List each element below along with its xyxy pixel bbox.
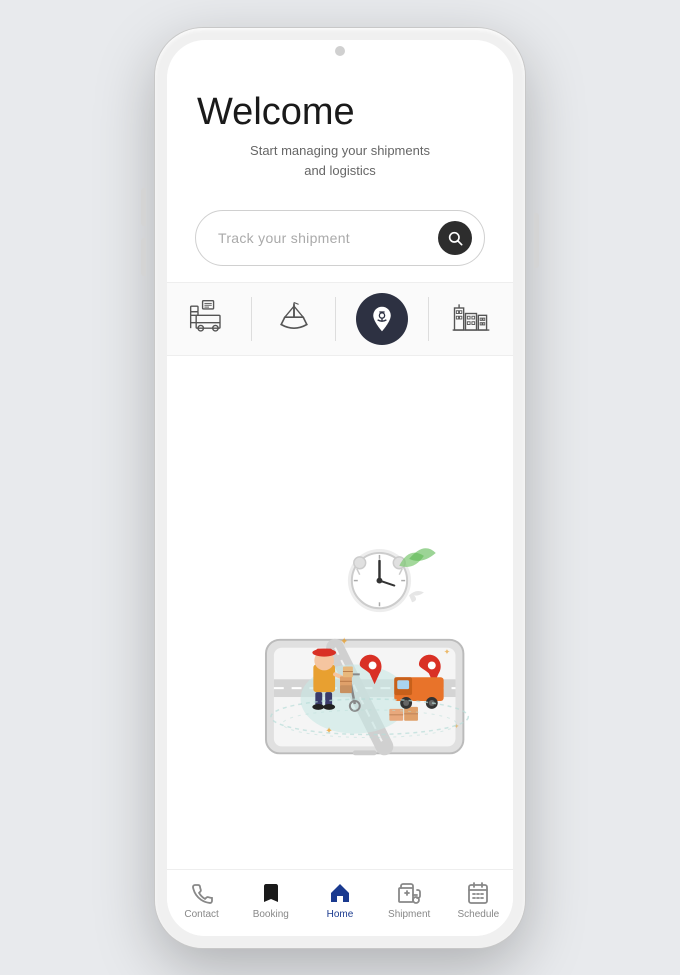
search-area: Track your shipment bbox=[167, 200, 513, 282]
nav-contact-icon bbox=[189, 880, 215, 906]
category-city[interactable] bbox=[449, 297, 493, 341]
volume-down-button bbox=[141, 238, 146, 276]
location-highlight bbox=[356, 293, 408, 345]
categories-row bbox=[167, 282, 513, 356]
welcome-subtitle: Start managing your shipments and logist… bbox=[197, 141, 483, 180]
svg-text:✦: ✦ bbox=[340, 637, 348, 648]
city-icon bbox=[449, 297, 493, 341]
phone-screen: Welcome Start managing your shipments an… bbox=[167, 40, 513, 936]
nav-shipment-icon bbox=[396, 880, 422, 906]
volume-up-button bbox=[141, 188, 146, 226]
nav-schedule-label: Schedule bbox=[457, 909, 499, 920]
anchor-icon bbox=[368, 305, 396, 333]
welcome-title: Welcome bbox=[197, 92, 483, 134]
nav-contact-label: Contact bbox=[184, 909, 218, 920]
truck-icon bbox=[187, 297, 231, 341]
nav-shipment-label: Shipment bbox=[388, 909, 430, 920]
nav-home-icon bbox=[327, 880, 353, 906]
category-ship[interactable] bbox=[272, 297, 316, 341]
divider-1 bbox=[251, 297, 252, 341]
svg-text:✦: ✦ bbox=[444, 647, 451, 656]
category-location[interactable] bbox=[356, 293, 408, 345]
welcome-subtitle-line1: Start managing your shipments bbox=[250, 143, 430, 158]
nav-booking-icon bbox=[258, 880, 284, 906]
ship-icon bbox=[272, 297, 316, 341]
search-placeholder-text[interactable]: Track your shipment bbox=[218, 230, 438, 246]
nav-schedule-icon bbox=[465, 880, 491, 906]
header-area: Welcome Start managing your shipments an… bbox=[167, 40, 513, 201]
phone-camera bbox=[335, 46, 345, 56]
welcome-subtitle-line2: and logistics bbox=[304, 163, 376, 178]
nav-item-shipment[interactable]: Shipment bbox=[382, 880, 437, 920]
svg-text:✦: ✦ bbox=[325, 725, 333, 735]
delivery-scene-illustration: ✦ ✦ ✦ ✦ bbox=[187, 472, 493, 758]
nav-item-home[interactable]: Home bbox=[312, 880, 367, 920]
bottom-nav: Contact Booking bbox=[167, 869, 513, 936]
phone-device: Welcome Start managing your shipments an… bbox=[155, 28, 525, 948]
divider-2 bbox=[335, 297, 336, 341]
power-button bbox=[534, 213, 539, 268]
screen-content: Welcome Start managing your shipments an… bbox=[167, 40, 513, 936]
category-truck[interactable] bbox=[187, 297, 231, 341]
nav-item-contact[interactable]: Contact bbox=[174, 880, 229, 920]
nav-item-booking[interactable]: Booking bbox=[243, 880, 298, 920]
divider-3 bbox=[428, 297, 429, 341]
nav-home-label: Home bbox=[327, 909, 354, 920]
search-icon bbox=[447, 230, 463, 246]
nav-item-schedule[interactable]: Schedule bbox=[451, 880, 506, 920]
search-button[interactable] bbox=[438, 221, 472, 255]
search-bar[interactable]: Track your shipment bbox=[195, 210, 485, 266]
nav-booking-label: Booking bbox=[253, 909, 289, 920]
illustration-area: ✦ ✦ ✦ ✦ bbox=[167, 361, 513, 868]
